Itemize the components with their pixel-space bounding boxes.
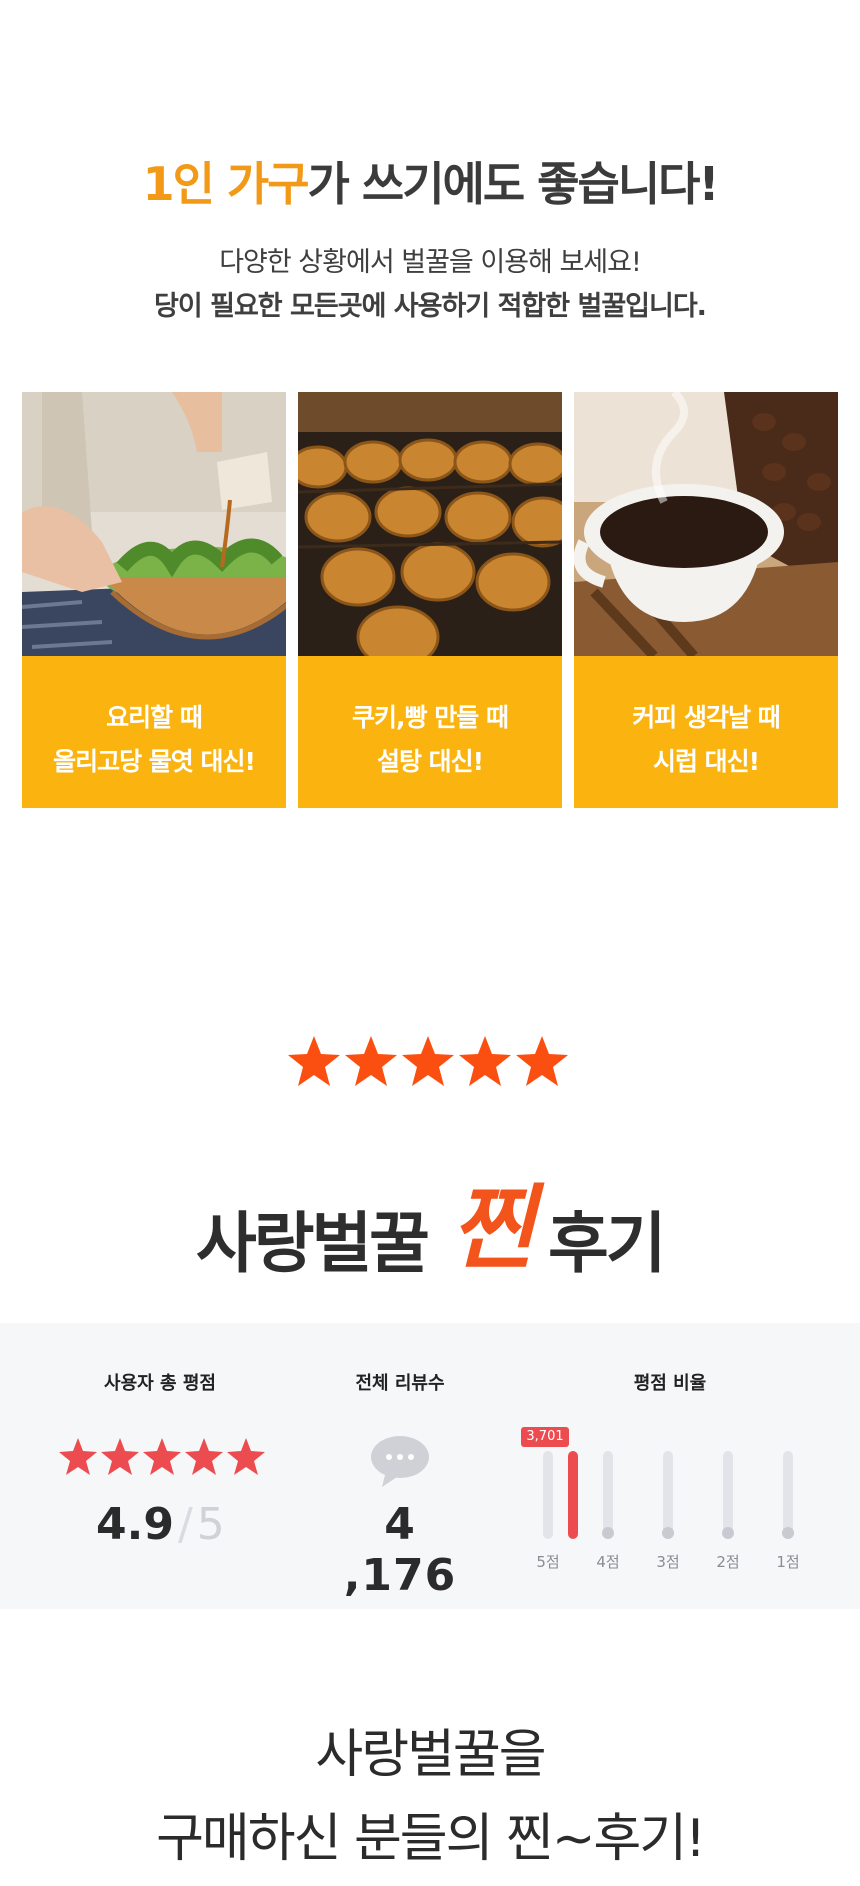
rating-bar-dot	[602, 1527, 614, 1539]
headline-rest: 가 쓰기에도 좋습니다!	[307, 157, 720, 211]
score-separator: /	[177, 1499, 193, 1550]
rating-bar-track	[602, 1451, 614, 1539]
card-caption-line-2: 올리고당 물엿 대신!	[53, 747, 256, 776]
speech-bubble-icon	[370, 1435, 430, 1489]
closing-line-1: 사랑벌꿀을	[315, 1725, 546, 1785]
salad-with-syrup-photo	[22, 392, 286, 656]
rating-bar: 4점	[578, 1427, 638, 1571]
five-star-rating-icon	[286, 1034, 574, 1092]
rating-bar-fill	[568, 1451, 578, 1539]
card-caption-line-2: 시럽 대신!	[652, 747, 760, 776]
rating-bar-label: 1점	[776, 1553, 800, 1571]
rating-bar-label: 2점	[716, 1553, 740, 1571]
card-caption: 커피 생각날 때 시럽 대신!	[574, 656, 838, 808]
review-title-suffix: 후기	[548, 1205, 666, 1282]
rating-bar-label: 3점	[656, 1553, 680, 1571]
rating-bar-track	[782, 1451, 794, 1539]
card-caption: 쿠키,빵 만들 때 설탕 대신!	[298, 656, 562, 808]
card-caption-line-1: 요리할 때	[106, 703, 203, 732]
review-section-title: 사랑벌꿀 찐 후기	[0, 1174, 860, 1300]
rating-bar: 1점	[758, 1427, 818, 1571]
rating-bar: 3점	[638, 1427, 698, 1571]
review-count-title: 전체 리뷰수	[355, 1373, 445, 1394]
rating-bar-label: 4점	[596, 1553, 620, 1571]
closing-line-2: 구매하신 분들의 찐~후기!	[156, 1809, 706, 1869]
card-caption-line-2: 설탕 대신!	[376, 747, 484, 776]
average-stars-icon	[58, 1437, 266, 1477]
jjin-calligraphy: 찐	[450, 1174, 545, 1282]
review-title-accent: 찐	[450, 1174, 545, 1282]
rating-bar-track	[722, 1451, 734, 1539]
rating-count-tooltip: 3,701	[521, 1427, 569, 1447]
card-caption-line-1: 쿠키,빵 만들 때	[352, 703, 509, 732]
rating-bar-dot	[722, 1527, 734, 1539]
coffee-cup-beans-photo	[574, 392, 838, 656]
rating-bar-track	[662, 1451, 674, 1539]
subtext-line-2: 당이 필요한 모든곳에 사용하기 적합한 벌꿀입니다.	[154, 291, 707, 322]
rating-bar: 2점	[698, 1427, 758, 1571]
card-caption: 요리할 때 올리고당 물엿 대신!	[22, 656, 286, 808]
usage-card-baking: 쿠키,빵 만들 때 설탕 대신!	[298, 392, 562, 808]
rating-bar-label: 5점	[536, 1553, 560, 1571]
card-caption-line-1: 커피 생각날 때	[632, 703, 780, 732]
rating-bar: 3,701 5점	[518, 1427, 578, 1571]
average-rating-value: 4.9/5	[96, 1499, 225, 1550]
review-title-brand: 사랑벌꿀	[196, 1205, 430, 1282]
max-score: 5	[196, 1499, 225, 1550]
average-score: 4.9	[96, 1499, 174, 1550]
section-headline: 1인 가구가 쓰기에도 좋습니다!	[0, 148, 860, 214]
usage-card-coffee: 커피 생각날 때 시럽 대신!	[574, 392, 838, 808]
average-rating-title: 사용자 총 평점	[104, 1373, 216, 1394]
review-summary-panel: 사용자 총 평점 전체 리뷰수 평점 비율 4.9/5 4 ,176 3,701…	[0, 1323, 860, 1609]
rating-bar-dot	[782, 1527, 794, 1539]
usage-card-cooking: 요리할 때 올리고당 물엿 대신!	[22, 392, 286, 808]
rating-bar-dot	[662, 1527, 674, 1539]
subtext-line-1: 다양한 상황에서 벌꿀을 이용해 보세요!	[219, 247, 642, 278]
review-count-value: 4 ,176	[343, 1499, 457, 1601]
rating-bar-track	[543, 1451, 578, 1539]
rating-ratio-title: 평점 비율	[633, 1373, 707, 1394]
headline-highlight: 1인 가구	[142, 157, 310, 211]
baked-bread-tray-photo	[298, 392, 562, 656]
